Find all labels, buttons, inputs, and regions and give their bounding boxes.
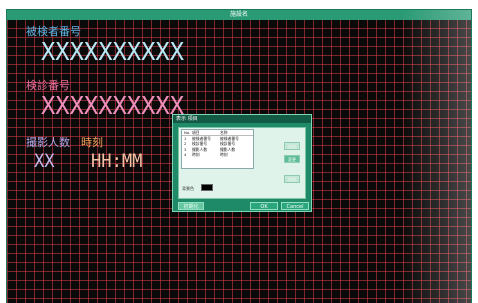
list-header-no: No. bbox=[184, 130, 191, 135]
delete-button[interactable]: 削除 bbox=[284, 175, 300, 183]
list-cell-no: 4 bbox=[184, 151, 187, 157]
list-header-item: 項目 bbox=[192, 130, 200, 135]
initialize-button[interactable]: 初期化 bbox=[178, 202, 204, 210]
dialog-title: 表示 項目 bbox=[173, 115, 311, 123]
edit-button[interactable]: 変更 bbox=[284, 155, 300, 163]
shot-count-value: XX bbox=[34, 150, 55, 172]
display-items-dialog: 表示 項目 No. 項目 名称 1 被検者番号 被検者番号 2 検診番号 検診番… bbox=[172, 114, 312, 212]
patient-number-value: XXXXXXXXXX bbox=[41, 37, 184, 66]
shot-count-label: 撮影人数 bbox=[26, 136, 70, 149]
exam-number-value: XXXXXXXXXX bbox=[41, 91, 184, 120]
list-item[interactable]: 4 時刻 時刻 bbox=[182, 152, 253, 157]
time-label: 時刻 bbox=[81, 136, 103, 149]
window-title: 施設名 bbox=[7, 10, 471, 20]
list-cell-item: 時刻 bbox=[192, 151, 200, 157]
cancel-button[interactable]: Cancel bbox=[281, 202, 309, 210]
ok-button[interactable]: OK bbox=[250, 202, 278, 210]
list-header-name: 名称 bbox=[220, 130, 228, 135]
time-value: HH:MM bbox=[91, 150, 143, 172]
background-color-label: 背景色 bbox=[182, 186, 194, 191]
add-button[interactable]: 追加 bbox=[284, 142, 300, 150]
background-color-swatch[interactable] bbox=[201, 184, 213, 191]
list-cell-name: 時刻 bbox=[220, 151, 228, 157]
display-items-list[interactable]: No. 項目 名称 1 被検者番号 被検者番号 2 検診番号 検診番号 3 撮影… bbox=[181, 129, 254, 169]
